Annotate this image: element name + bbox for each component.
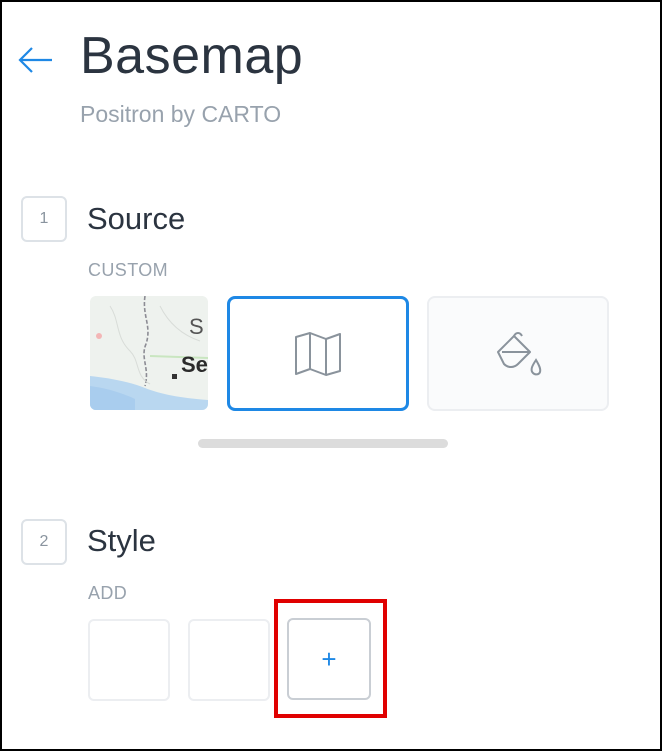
arrow-left-icon <box>18 47 52 73</box>
back-button[interactable] <box>16 40 56 80</box>
style-caption: ADD <box>88 583 128 603</box>
style-slot-empty <box>188 619 270 701</box>
source-heading: Source <box>87 201 186 236</box>
custom-map-thumbnail[interactable]: Se S <box>90 296 208 410</box>
source-caption: CUSTOM <box>88 260 169 280</box>
paint-source-tile[interactable] <box>427 296 609 411</box>
step-number-badge: 1 <box>21 196 67 242</box>
step-number-badge-2: 2 <box>21 519 67 565</box>
page-subtitle: Positron by CARTO <box>80 101 282 127</box>
style-slot-empty <box>88 619 170 701</box>
plus-icon: + <box>321 643 337 674</box>
basemap-panel: Basemap Positron by CARTO 1 Source CUSTO… <box>0 0 662 751</box>
map-source-tile[interactable] <box>227 296 409 411</box>
map-icon <box>295 331 341 376</box>
style-heading: Style <box>87 523 156 558</box>
map-region-label: S <box>189 314 204 339</box>
add-style-button[interactable]: + <box>287 618 371 700</box>
source-carousel-scrollbar[interactable] <box>198 439 448 448</box>
page-title: Basemap <box>80 27 304 85</box>
paint-bucket-icon <box>497 331 542 375</box>
map-city-label: Se <box>181 352 208 377</box>
